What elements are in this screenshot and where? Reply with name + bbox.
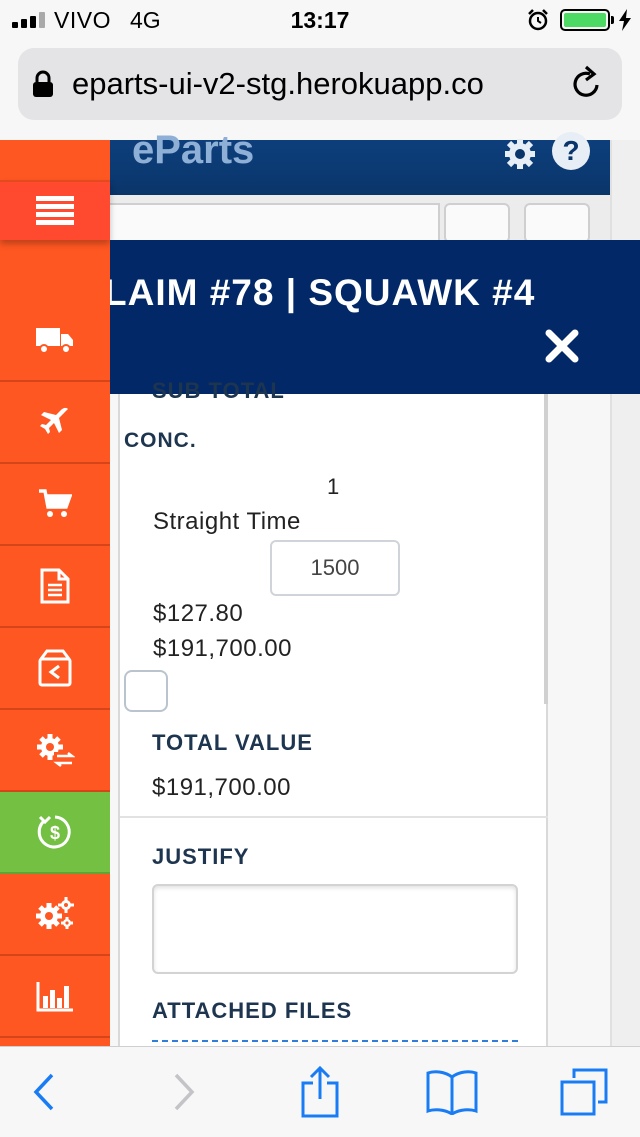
bookmarks-button[interactable]	[412, 1047, 492, 1137]
cart-icon	[39, 489, 72, 517]
labor-type: Straight Time	[153, 508, 301, 535]
refund-dollar-icon: $	[37, 815, 71, 849]
chevron-right-icon	[174, 1073, 195, 1111]
line-subtotal-value: $191,700.00	[153, 635, 292, 662]
back-button[interactable]	[4, 1047, 84, 1137]
airplane-icon	[40, 407, 68, 434]
status-bar: VIVO 4G 13:17	[0, 0, 640, 40]
hours-input[interactable]: 1500	[270, 540, 400, 596]
menu-button[interactable]	[0, 180, 110, 240]
background-input	[110, 203, 440, 243]
chevron-left-icon	[33, 1073, 54, 1111]
rate-value: $127.80	[153, 600, 244, 627]
tabs-button[interactable]	[544, 1047, 624, 1137]
share-icon	[301, 1066, 339, 1118]
reload-icon[interactable]	[566, 64, 606, 104]
tabs-icon	[560, 1068, 608, 1116]
background-search-row	[110, 195, 610, 243]
forward-button[interactable]	[144, 1047, 224, 1137]
settings-icon	[36, 897, 74, 929]
charging-bolt-icon	[619, 9, 631, 31]
return-box-icon	[38, 649, 72, 687]
sidebar-item-settings[interactable]	[0, 874, 110, 956]
line-checkbox[interactable]	[124, 670, 168, 712]
attached-files-label: ATTACHED FILES	[152, 998, 353, 1023]
address-bar[interactable]: eparts-ui-v2-stg.herokuapp.co	[18, 48, 622, 120]
book-icon	[426, 1070, 478, 1115]
gear-exchange-icon	[37, 734, 75, 767]
close-icon[interactable]	[544, 328, 580, 364]
background-button	[524, 203, 590, 243]
battery-nub	[611, 16, 614, 24]
sidebar-item-exchange[interactable]	[0, 710, 110, 792]
justify-label: JUSTIFY	[152, 844, 250, 869]
sidebar-item-aircraft[interactable]	[0, 382, 110, 464]
bar-chart-icon	[36, 982, 73, 1012]
scrollbar[interactable]	[544, 394, 548, 704]
modal-body: SUB TOTAL CONC. 1 Straight Time 1500 $12…	[118, 378, 548, 1046]
sidebar-item-returns[interactable]	[0, 628, 110, 710]
battery-icon	[560, 9, 610, 31]
document-icon	[40, 568, 70, 604]
lock-icon	[33, 70, 53, 97]
divider	[120, 816, 548, 818]
modal-header: LAIM #78 | SQUAWK #4	[110, 240, 640, 394]
total-value-label: TOTAL VALUE	[152, 730, 313, 755]
help-icon[interactable]: ?	[552, 132, 590, 170]
justify-textarea[interactable]	[152, 884, 518, 974]
app-header: eParts ?	[110, 128, 610, 195]
sidebar-item-cart[interactable]	[0, 464, 110, 546]
subtotal-heading: SUB TOTAL	[152, 378, 285, 403]
menu-icon	[36, 196, 74, 225]
alarm-clock-icon	[528, 9, 548, 31]
gear-icon[interactable]	[502, 136, 538, 172]
svg-text:$: $	[50, 823, 60, 843]
modal-title: LAIM #78 | SQUAWK #4	[110, 272, 536, 313]
sidebar-item-documents[interactable]	[0, 546, 110, 628]
conc-label: CONC.	[124, 429, 197, 452]
share-button[interactable]	[280, 1047, 360, 1137]
truck-icon	[36, 328, 73, 354]
quantity-value: 1	[327, 474, 340, 499]
sidebar-item-refunds[interactable]: $	[0, 792, 110, 874]
app-logo: eParts	[132, 128, 255, 172]
url-text[interactable]: eparts-ui-v2-stg.herokuapp.co	[72, 66, 568, 102]
total-value: $191,700.00	[152, 774, 291, 801]
sidebar-item-reports[interactable]	[0, 956, 110, 1038]
sidebar: $	[0, 140, 110, 1046]
browser-toolbar	[0, 1046, 640, 1136]
background-button	[444, 203, 510, 243]
sidebar-item-shipping[interactable]	[0, 300, 110, 382]
